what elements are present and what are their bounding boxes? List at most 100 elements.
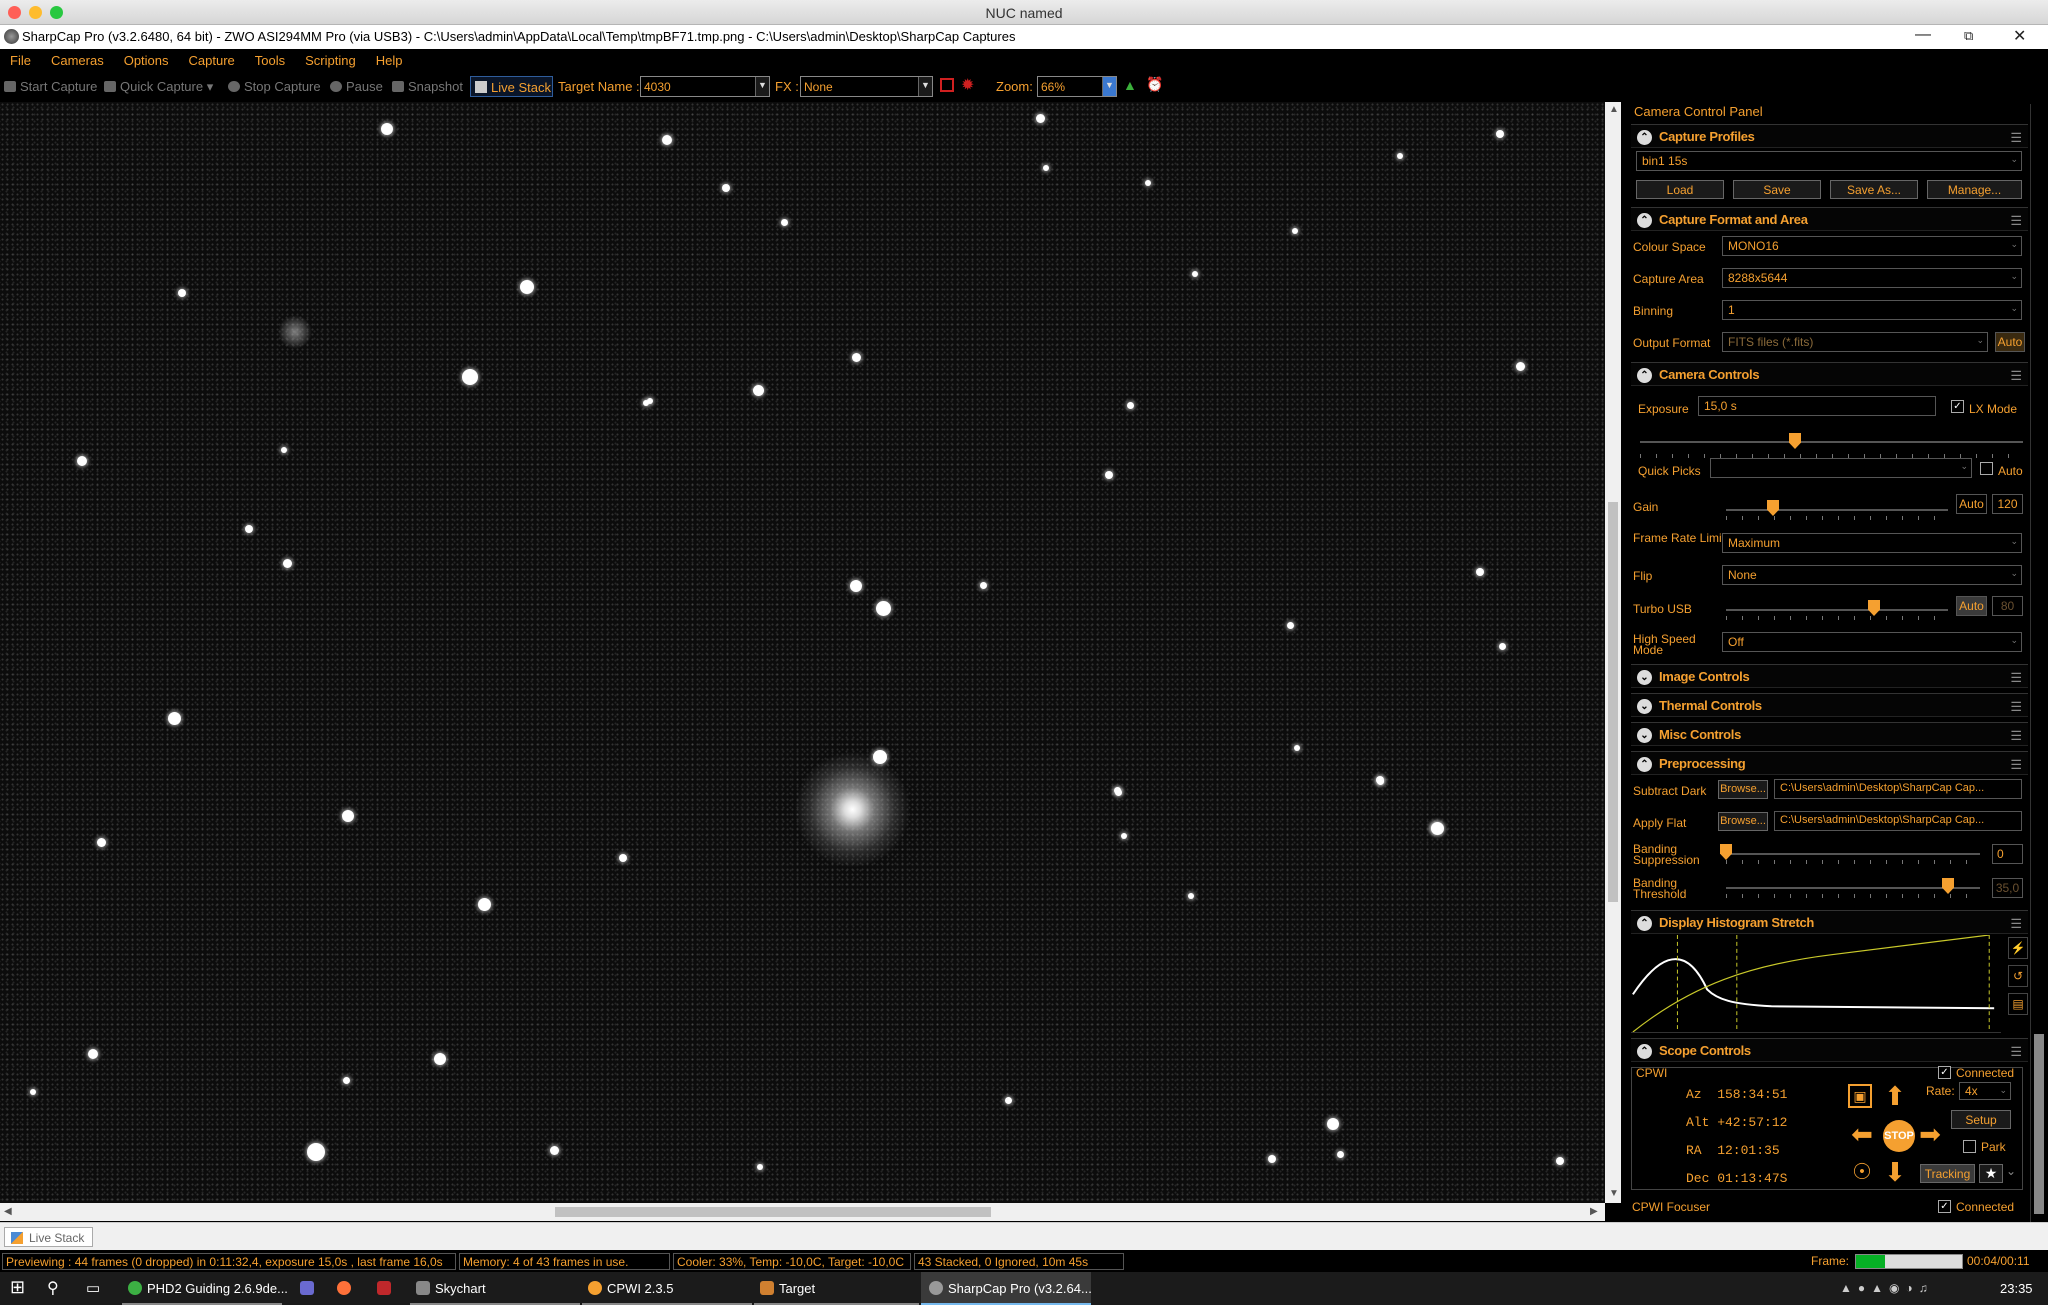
lx-mode-checkbox[interactable]: ✓ — [1951, 400, 1964, 413]
expand-icon[interactable]: ⌄ — [1637, 699, 1652, 714]
panel-scrollbar[interactable] — [2030, 104, 2046, 1222]
high-speed-select[interactable]: Off ⌄ — [1722, 632, 2022, 652]
chevron-down-icon[interactable]: ▼ — [918, 77, 932, 96]
expand-icon[interactable]: ⌄ — [1637, 728, 1652, 743]
frame-rate-select[interactable]: Maximum ⌄ — [1722, 533, 2022, 553]
taskbar-skychart[interactable]: Skychart — [410, 1272, 580, 1305]
rate-select[interactable]: 4x ⌄ — [1959, 1082, 2011, 1100]
system-tray-icons[interactable]: ▲●▲◉◑♫ — [1840, 1272, 1934, 1305]
hamburger-icon[interactable]: ☰ — [2010, 1044, 2022, 1060]
chevron-down-icon[interactable]: ▼ — [1102, 77, 1116, 96]
scroll-thumb[interactable] — [2034, 1034, 2044, 1214]
menu-tools[interactable]: Tools — [245, 49, 295, 73]
turbo-auto-button[interactable]: Auto — [1956, 596, 1987, 616]
hamburger-icon[interactable]: ☰ — [2010, 670, 2022, 686]
colour-space-select[interactable]: MONO16 ⌄ — [1722, 236, 2022, 256]
section-display-histogram[interactable]: ⌃ Display Histogram Stretch ☰ — [1631, 910, 2028, 934]
search-icon[interactable]: ⚲ — [47, 1272, 59, 1305]
west-arrow-icon[interactable]: ⬅ — [1848, 1120, 1876, 1148]
binning-select[interactable]: 1 ⌄ — [1722, 300, 2022, 320]
restore-icon[interactable]: ⧉ — [1964, 28, 1973, 44]
gain-slider[interactable] — [1726, 509, 1948, 511]
collapse-icon[interactable]: ⌃ — [1637, 757, 1652, 772]
viewer-horizontal-scrollbar[interactable]: ◀ ▶ — [0, 1203, 1605, 1221]
flat-path-select[interactable]: C:\Users\admin\Desktop\SharpCap Cap... — [1774, 811, 2022, 831]
manage-button[interactable]: Manage... — [1927, 180, 2022, 199]
scroll-thumb[interactable] — [1608, 502, 1618, 902]
scroll-thumb[interactable] — [555, 1207, 991, 1217]
star-icon[interactable]: ★ — [1979, 1164, 2003, 1183]
section-scope-controls[interactable]: ⌃ Scope Controls ☰ — [1631, 1038, 2028, 1062]
exposure-slider[interactable] — [1640, 441, 2023, 443]
exposure-input[interactable]: 15,0 s — [1698, 396, 1936, 416]
gain-input[interactable]: 120 — [1992, 494, 2023, 514]
target-name-input[interactable]: 4030 ▼ — [640, 76, 770, 97]
hamburger-icon[interactable]: ☰ — [2010, 213, 2022, 229]
turbo-usb-slider-thumb[interactable] — [1868, 600, 1880, 616]
section-capture-profiles[interactable]: ⌃ Capture Profiles ☰ — [1631, 124, 2028, 148]
minimize-icon[interactable]: — — [1915, 26, 1931, 44]
collapse-icon[interactable]: ⌃ — [1637, 130, 1652, 145]
reset-icon[interactable]: ↺ — [2008, 965, 2028, 987]
snapshot-button[interactable]: Snapshot — [392, 79, 463, 94]
exposure-slider-thumb[interactable] — [1789, 433, 1801, 449]
output-format-select[interactable]: FITS files (*.fits) ⌄ — [1722, 332, 1988, 352]
focuser-connected-checkbox[interactable]: ✓ — [1938, 1200, 1951, 1213]
clock[interactable]: 23:35 — [2000, 1272, 2033, 1305]
task-view-icon[interactable]: ▭ — [86, 1272, 100, 1305]
menu-help[interactable]: Help — [366, 49, 413, 73]
scroll-down-icon[interactable]: ▼ — [1609, 1188, 1619, 1199]
close-icon[interactable]: ✕ — [2013, 26, 2026, 46]
hamburger-icon[interactable]: ☰ — [2010, 728, 2022, 744]
section-preprocessing[interactable]: ⌃ Preprocessing ☰ — [1631, 751, 2028, 775]
hamburger-icon[interactable]: ☰ — [2010, 757, 2022, 773]
expand-icon[interactable]: ⌄ — [1637, 670, 1652, 685]
section-capture-format[interactable]: ⌃ Capture Format and Area ☰ — [1631, 207, 2028, 231]
taskbar-cpwi[interactable]: CPWI 2.3.5 — [582, 1272, 752, 1305]
collapse-icon[interactable]: ⌃ — [1637, 916, 1652, 931]
scroll-right-icon[interactable]: ▶ — [1590, 1206, 1598, 1217]
chevron-down-icon[interactable]: ⌄ — [2006, 1165, 2016, 1177]
fx-select[interactable]: None ▼ — [800, 76, 933, 97]
menu-capture[interactable]: Capture — [179, 49, 245, 73]
south-arrow-icon[interactable]: ⬇ — [1881, 1158, 1909, 1186]
pause-button[interactable]: Pause — [330, 79, 383, 94]
dark-path-select[interactable]: C:\Users\admin\Desktop\SharpCap Cap... — [1774, 779, 2022, 799]
north-arrow-icon[interactable]: ⬆ — [1881, 1082, 1909, 1110]
gain-slider-thumb[interactable] — [1767, 500, 1779, 516]
collapse-icon[interactable]: ⌃ — [1637, 213, 1652, 228]
start-capture-button[interactable]: Start Capture — [4, 79, 97, 94]
turbo-input[interactable]: 80 — [1992, 596, 2023, 616]
menu-file[interactable]: File — [0, 49, 41, 73]
gain-auto-button[interactable]: Auto — [1956, 494, 1987, 514]
windows-start-icon[interactable]: ⊞ — [10, 1272, 25, 1305]
load-button[interactable]: Load — [1636, 180, 1724, 199]
banding-threshold-input[interactable]: 35,0 — [1992, 878, 2023, 898]
profile-select[interactable]: bin1 15s ⌄ — [1636, 151, 2022, 171]
scroll-up-icon[interactable]: ▲ — [1609, 104, 1619, 115]
scope-setup-button[interactable]: Setup — [1951, 1110, 2011, 1129]
section-misc-controls[interactable]: ⌄ Misc Controls ☰ — [1631, 722, 2028, 746]
flat-browse-button[interactable]: Browse... — [1718, 812, 1768, 831]
firefox-icon[interactable] — [337, 1272, 355, 1305]
output-auto-button[interactable]: Auto — [1995, 332, 2025, 352]
target-icon[interactable]: ☉ — [1848, 1158, 1876, 1186]
taskbar-sharpcap[interactable]: SharpCap Pro (v3.2.64... — [921, 1272, 1092, 1305]
spiral-search-icon[interactable]: ▣ — [1848, 1084, 1872, 1108]
image-viewer[interactable] — [0, 102, 1605, 1203]
histogram-chart[interactable] — [1631, 935, 2001, 1033]
quick-picks-select[interactable]: ⌄ — [1710, 458, 1972, 478]
taskbar-phd2[interactable]: PHD2 Guiding 2.6.9de... — [122, 1272, 288, 1305]
scroll-left-icon[interactable]: ◀ — [4, 1206, 12, 1217]
park-checkbox[interactable] — [1963, 1140, 1976, 1153]
dark-browse-button[interactable]: Browse... — [1718, 780, 1768, 799]
reticle-icon[interactable] — [940, 78, 954, 92]
save-as-button[interactable]: Save As... — [1830, 180, 1918, 199]
banding-suppression-thumb[interactable] — [1720, 844, 1732, 860]
stop-button[interactable]: STOP — [1883, 1120, 1915, 1152]
asi-studio-icon[interactable] — [377, 1272, 395, 1305]
collapse-icon[interactable]: ⌃ — [1637, 368, 1652, 383]
hamburger-icon[interactable]: ☰ — [2010, 368, 2022, 384]
banding-threshold-slider[interactable] — [1726, 887, 1980, 889]
taskbar-target[interactable]: Target — [754, 1272, 919, 1305]
